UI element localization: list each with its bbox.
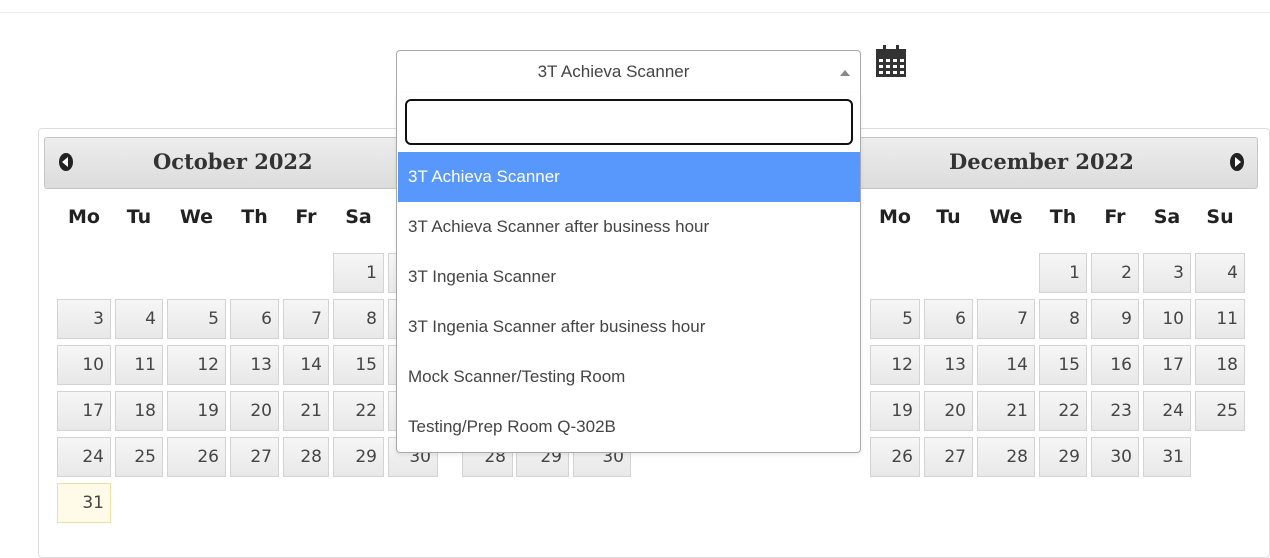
weekday-header: Sa [345,206,372,228]
scanner-dropdown: 3T Achieva Scanner 3T Achieva Scanner aft… [396,93,861,453]
day-cell[interactable]: 18 [115,391,163,431]
day-cell[interactable]: 26 [870,437,920,477]
weekday-header: Su [1206,206,1234,228]
weekday-header: Th [1049,206,1077,228]
dropdown-option[interactable]: 3T Achieva Scanner [398,152,860,202]
month-title-left: October 2022 [153,149,313,174]
day-cell[interactable]: 20 [924,391,973,431]
day-cell[interactable]: 7 [283,299,329,339]
day-cell[interactable]: 9 [1091,299,1139,339]
day-cell[interactable]: 21 [283,391,329,431]
scanner-select-value: 3T Achieva Scanner [537,62,690,81]
day-cell[interactable]: 14 [977,345,1035,385]
scanner-select[interactable]: 3T Achieva Scanner [396,50,861,94]
day-cell[interactable]: 22 [1039,391,1087,431]
day-cell[interactable]: 15 [333,345,384,385]
day-cell[interactable]: 18 [1195,345,1245,385]
day-cell[interactable]: 21 [977,391,1035,431]
day-cell[interactable]: 11 [1195,299,1245,339]
weekday-header: Fr [295,206,317,228]
day-cell[interactable]: 29 [1039,437,1087,477]
day-cell[interactable]: 8 [1039,299,1087,339]
day-cell[interactable]: 4 [1195,253,1245,293]
day-cell[interactable]: 3 [57,299,111,339]
calendar-icon[interactable] [876,45,906,77]
day-cell[interactable]: 15 [1039,345,1087,385]
day-cell[interactable]: 17 [57,391,111,431]
day-cell[interactable]: 28 [977,437,1035,477]
day-cell[interactable]: 24 [57,437,111,477]
weekday-header: Th [241,206,268,228]
weekday-header: Mo [68,206,100,228]
weekday-header: Tu [126,206,152,228]
day-cell[interactable]: 1 [333,253,384,293]
day-cell[interactable]: 25 [115,437,163,477]
day-cell[interactable]: 13 [924,345,973,385]
prev-month-icon[interactable] [59,153,73,171]
calendar-header-left: October 2022 [44,137,404,189]
dropdown-option[interactable]: 3T Ingenia Scanner after business hour [398,302,860,352]
day-cell[interactable]: 5 [167,299,226,339]
day-cell[interactable]: 8 [333,299,384,339]
day-cell[interactable]: 24 [1143,391,1191,431]
day-cell[interactable]: 27 [924,437,973,477]
chevron-up-icon [840,70,850,76]
weekday-header: Mo [879,206,911,228]
day-cell[interactable]: 3 [1143,253,1191,293]
day-cell[interactable]: 31 [1143,437,1191,477]
day-cell[interactable]: 16 [1091,345,1139,385]
weekday-header: Sa [1153,206,1181,228]
day-cell[interactable]: 28 [283,437,329,477]
day-cell[interactable]: 19 [870,391,920,431]
day-cell[interactable]: 27 [230,437,279,477]
day-cell[interactable]: 12 [870,345,920,385]
day-cell[interactable]: 17 [1143,345,1191,385]
weekday-header: We [989,206,1023,228]
day-cell[interactable]: 12 [167,345,226,385]
day-cell[interactable]: 6 [924,299,973,339]
day-cell[interactable]: 26 [167,437,226,477]
day-cell[interactable]: 30 [1091,437,1139,477]
dropdown-option[interactable]: Mock Scanner/Testing Room [398,352,860,402]
day-cell[interactable]: 19 [167,391,226,431]
day-cell[interactable]: 14 [283,345,329,385]
day-cell[interactable]: 13 [230,345,279,385]
month-title-right: December 2022 [949,149,1134,174]
day-cell[interactable]: 25 [1195,391,1245,431]
top-divider [0,12,1270,13]
day-cell[interactable]: 5 [870,299,920,339]
day-cell[interactable]: 20 [230,391,279,431]
day-cell[interactable]: 11 [115,345,163,385]
weekday-header: Fr [1104,206,1126,228]
dropdown-option[interactable]: 3T Ingenia Scanner [398,252,860,302]
dropdown-option[interactable]: Testing/Prep Room Q-302B [398,402,860,452]
day-cell[interactable]: 22 [333,391,384,431]
dropdown-option[interactable]: 3T Achieva Scanner after business hour [398,202,860,252]
day-cell[interactable]: 6 [230,299,279,339]
dropdown-search-input[interactable] [405,99,853,145]
next-month-icon[interactable] [1230,153,1244,171]
day-cell[interactable]: 23 [1091,391,1139,431]
day-cell[interactable]: 29 [333,437,384,477]
day-cell[interactable]: 2 [1091,253,1139,293]
day-cell[interactable]: 10 [1143,299,1191,339]
day-cell[interactable]: 4 [115,299,163,339]
calendar-header-right: December 2022 [855,137,1258,189]
weekday-header: Tu [936,206,961,228]
day-cell[interactable]: 10 [57,345,111,385]
weekday-header: We [179,206,214,228]
day-cell[interactable]: 31 [57,483,111,523]
day-cell[interactable]: 1 [1039,253,1087,293]
day-cell[interactable]: 7 [977,299,1035,339]
